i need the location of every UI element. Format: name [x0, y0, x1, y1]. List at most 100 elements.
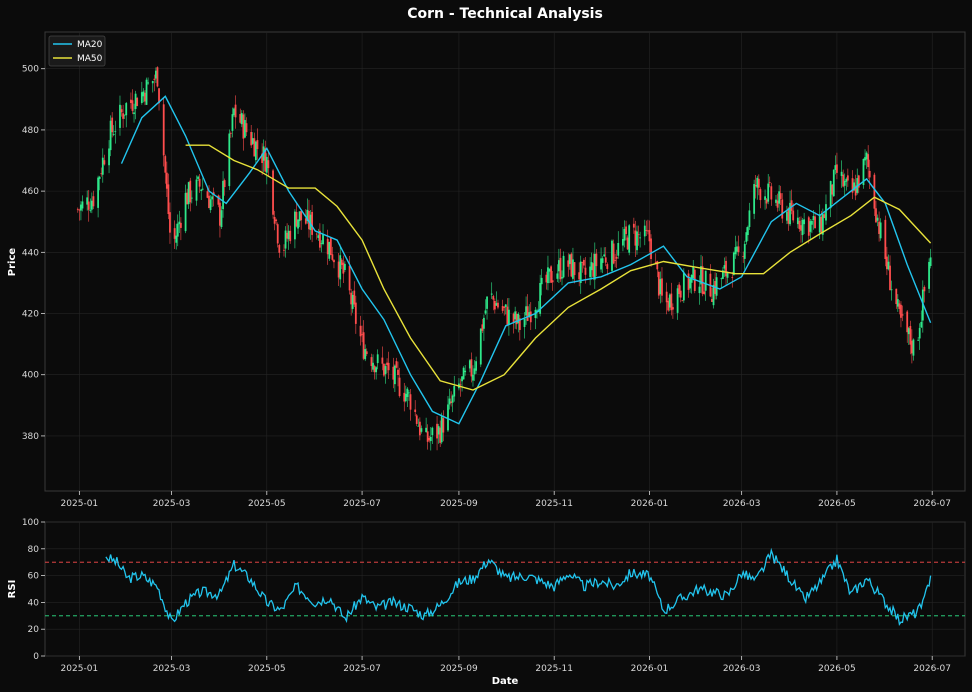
candle-down — [814, 216, 816, 229]
candle-down — [426, 431, 429, 442]
price-y-tick-label: 400 — [22, 371, 39, 381]
candle-up — [464, 370, 467, 373]
candle-down — [901, 314, 904, 316]
candle-down — [626, 237, 629, 250]
legend-ma20-label: MA20 — [77, 40, 103, 50]
candle-up — [472, 374, 474, 381]
candle-down — [570, 253, 573, 277]
candle-down — [873, 174, 876, 209]
candle-up — [912, 339, 915, 356]
candle-down — [842, 174, 845, 187]
candle-down — [311, 211, 313, 235]
candle-down — [781, 199, 784, 219]
candle-down — [889, 265, 891, 291]
candle-up — [557, 260, 560, 272]
candle-down — [895, 288, 898, 305]
candle-up — [298, 211, 301, 222]
price-x-tick-label: 2026-01 — [631, 499, 669, 509]
candle-up — [617, 242, 620, 256]
candle-down — [776, 200, 779, 208]
candle-down — [409, 394, 412, 410]
candle-up — [320, 243, 323, 244]
price-y-tick-label: 380 — [22, 432, 39, 442]
price-x-tick-label: 2025-01 — [61, 499, 99, 509]
candle-down — [331, 254, 334, 260]
candle-up — [796, 217, 799, 225]
candle-up — [829, 181, 832, 209]
rsi-x-tick-label: 2026-05 — [818, 664, 856, 674]
price-y-tick-label: 480 — [22, 126, 39, 136]
candle-up — [715, 277, 718, 296]
rsi-x-tick-label: 2025-09 — [440, 664, 478, 674]
price-x-tick-label: 2026-03 — [723, 499, 761, 509]
candle-down — [648, 230, 651, 242]
candle-down — [219, 202, 221, 226]
candle-down — [878, 221, 880, 234]
candle-up — [240, 113, 243, 125]
candle-down — [567, 260, 570, 267]
candle-down — [386, 362, 388, 366]
candle-up — [101, 157, 104, 175]
candle-down — [667, 300, 670, 311]
candle-up — [720, 278, 723, 280]
candle-up — [514, 311, 517, 320]
candle-up — [317, 235, 320, 238]
candle-down — [239, 114, 242, 123]
candle-up — [475, 361, 478, 371]
rsi-y-tick-label: 40 — [28, 598, 40, 608]
candle-down — [208, 195, 210, 209]
candle-down — [836, 164, 838, 173]
candle-up — [483, 317, 485, 329]
candle-down — [87, 201, 90, 210]
candle-up — [756, 177, 759, 188]
candle-down — [515, 313, 518, 325]
candle-up — [112, 134, 115, 135]
candle-down — [742, 256, 745, 257]
candle-up — [393, 365, 396, 385]
candle-down — [595, 253, 598, 267]
rsi-x-tick-label: 2026-01 — [631, 664, 669, 674]
price-x-tick-label: 2025-07 — [343, 499, 381, 509]
candle-up — [603, 254, 606, 257]
candle-up — [628, 225, 631, 253]
candle-up — [907, 328, 910, 335]
candle-up — [712, 284, 715, 306]
candle-down — [923, 286, 926, 292]
candle-up — [114, 131, 117, 133]
candle-down — [414, 409, 417, 412]
candle-down — [365, 351, 368, 355]
candle-up — [375, 367, 378, 373]
candle-up — [726, 272, 729, 278]
candle-up — [343, 263, 346, 270]
candle-up — [896, 299, 899, 307]
price-x-tick-label: 2026-05 — [818, 499, 856, 509]
candle-up — [404, 393, 407, 402]
candle-down — [661, 278, 663, 296]
candle-up — [801, 219, 804, 236]
candle-down — [759, 189, 762, 201]
candle-down — [632, 223, 635, 228]
candle-down — [397, 369, 399, 376]
candle-down — [909, 326, 912, 345]
candle-down — [492, 296, 495, 300]
rsi-y-axis-label: RSI — [7, 580, 18, 599]
candle-down — [130, 99, 132, 103]
candle-up — [451, 395, 454, 403]
rsi-y-tick-label: 0 — [33, 652, 39, 662]
candle-up — [600, 258, 602, 270]
candle-up — [523, 319, 526, 328]
candle-down — [273, 216, 276, 224]
candle-down — [678, 284, 681, 295]
candle-down — [415, 415, 418, 424]
candle-down — [526, 306, 529, 321]
candle-up — [590, 262, 593, 271]
candle-down — [198, 178, 201, 187]
candle-up — [775, 199, 777, 203]
rsi-x-tick-label: 2025-01 — [61, 664, 99, 674]
candle-up — [778, 191, 781, 204]
candle-up — [328, 241, 331, 259]
candle-up — [504, 304, 507, 307]
candle-down — [206, 191, 209, 198]
candle-down — [223, 180, 226, 188]
candle-up — [840, 171, 843, 176]
